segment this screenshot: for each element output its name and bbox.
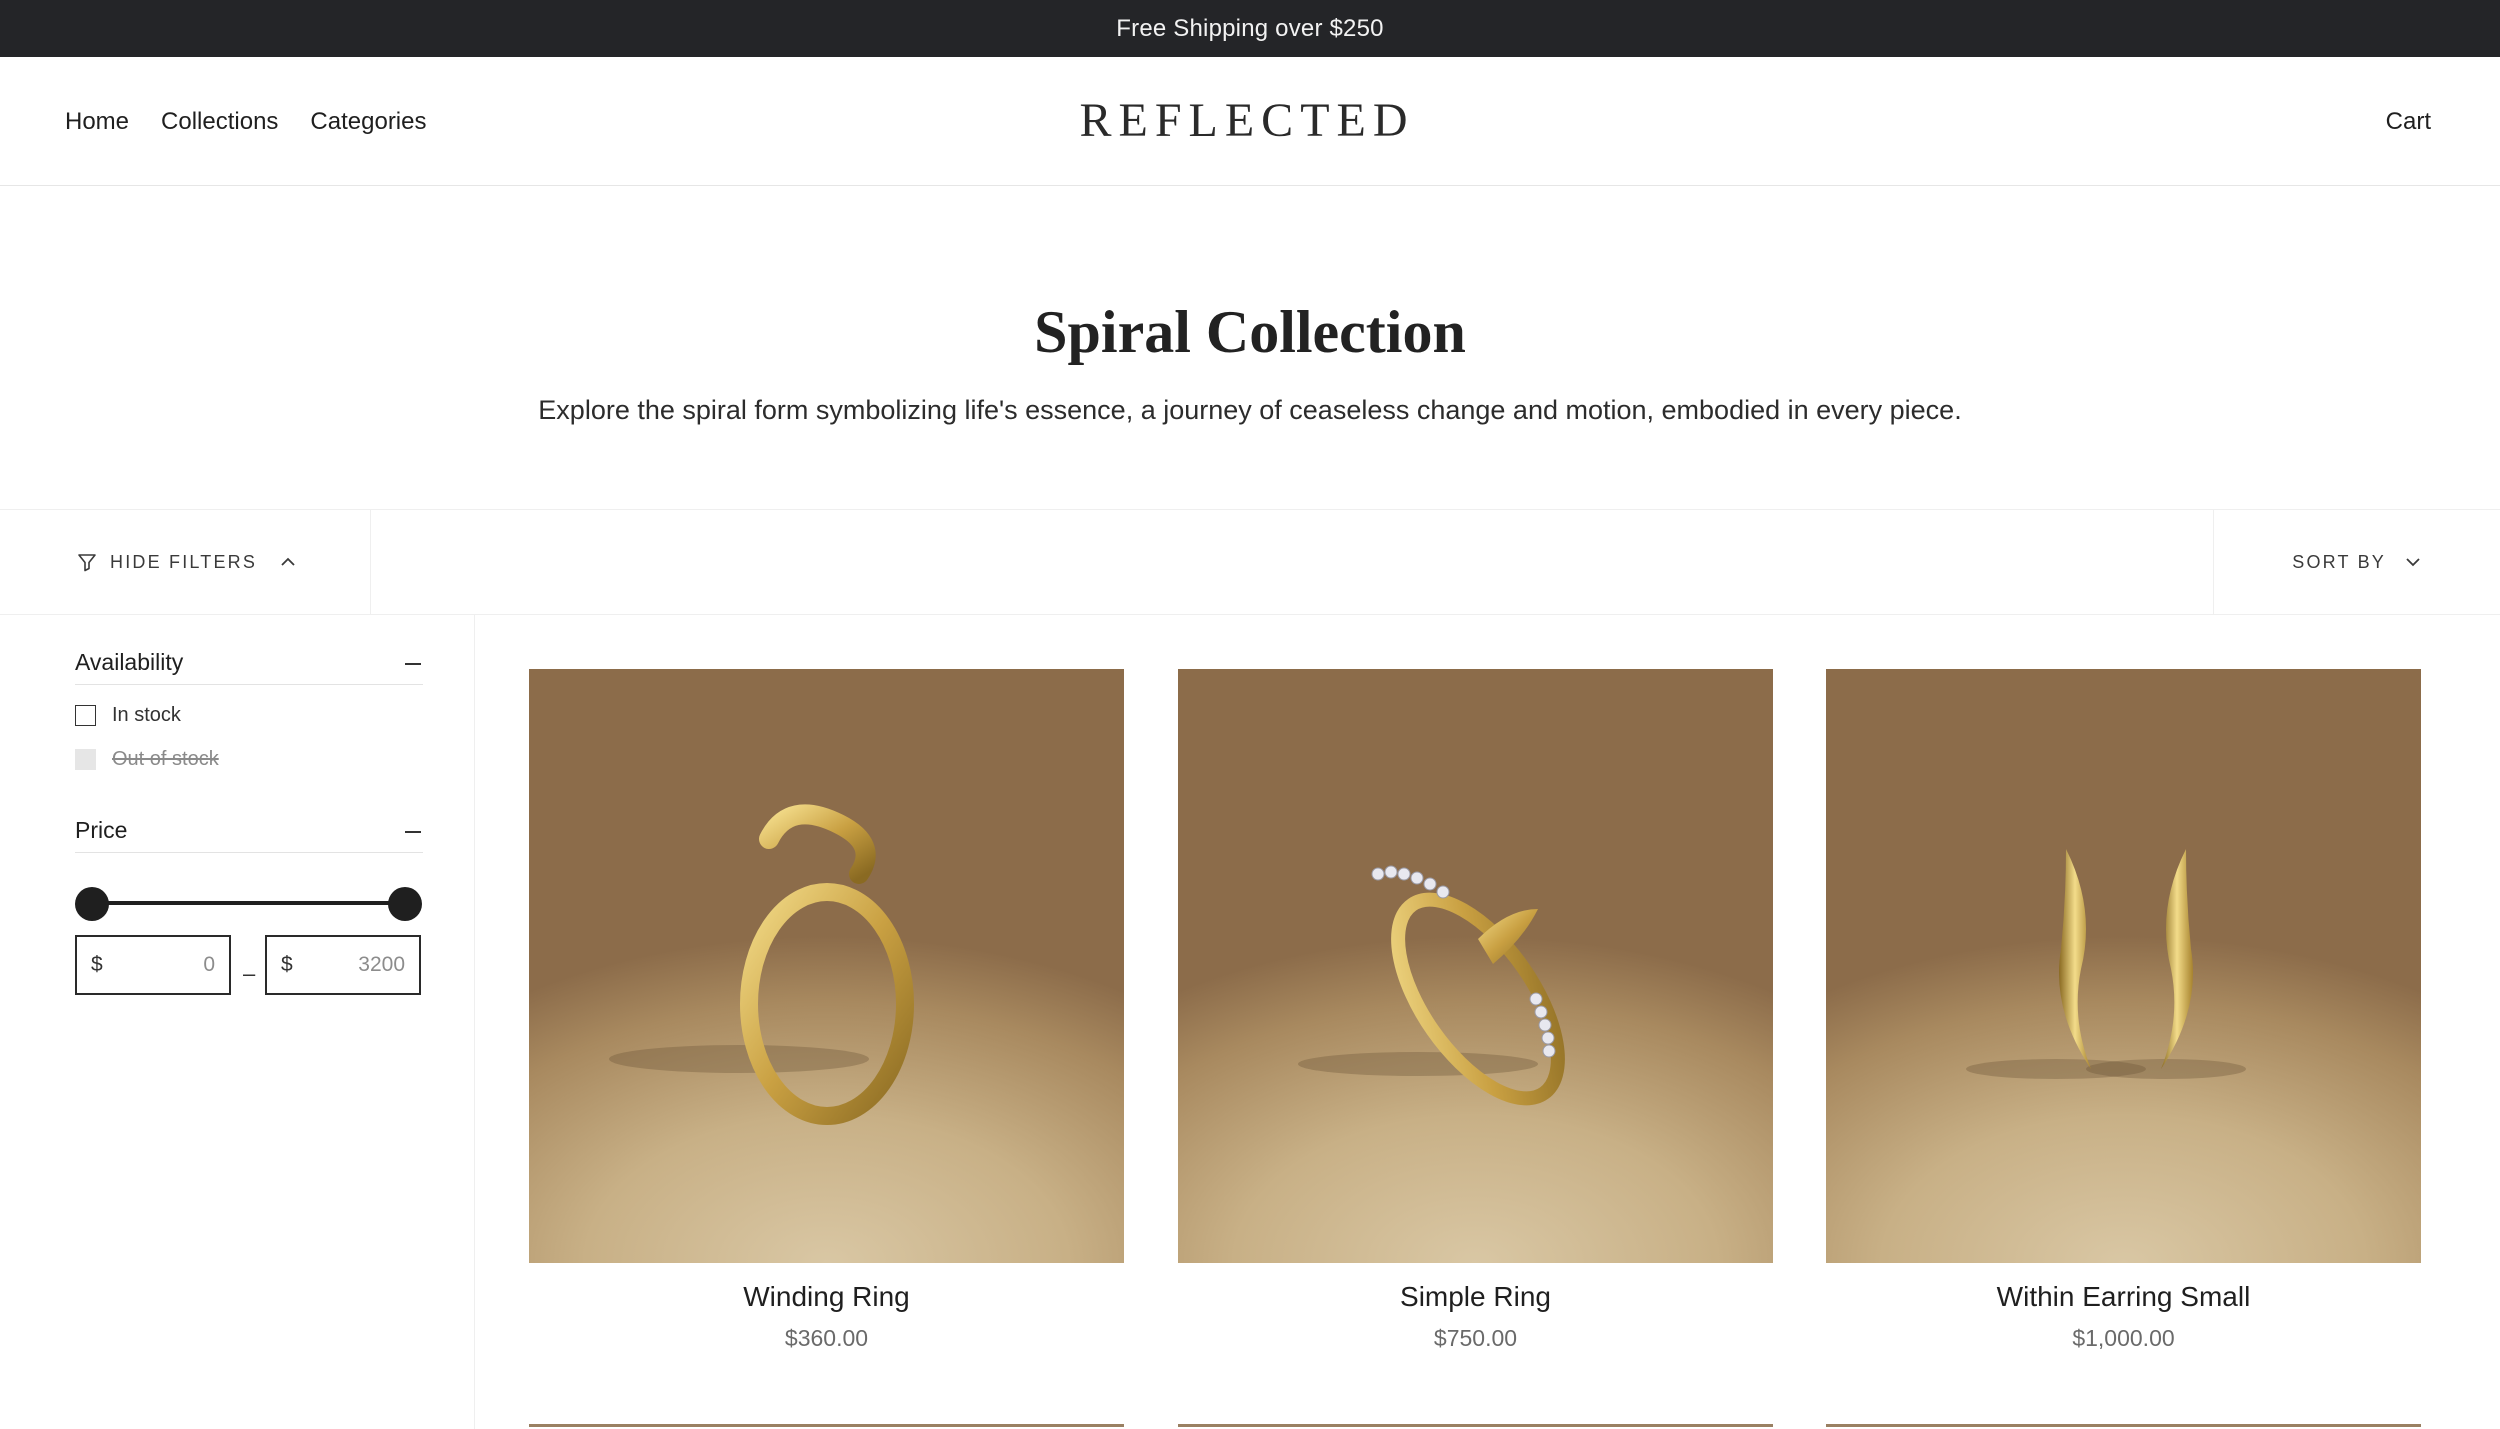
collapse-icon: [405, 831, 421, 833]
out-of-stock-label: Out of stock: [112, 748, 219, 770]
nav-home[interactable]: Home: [65, 108, 129, 136]
next-row-product-image: [529, 1424, 1124, 1427]
nav-categories[interactable]: Categories: [310, 108, 426, 136]
brand-logo[interactable]: REFLECTED: [1080, 94, 1408, 147]
next-row-product-image: [1178, 1424, 1773, 1427]
chevron-up-icon: [279, 553, 297, 571]
collection-description: Explore the spiral form symbolizing life…: [538, 395, 1962, 425]
range-separator: –: [243, 961, 256, 986]
filter-in-stock[interactable]: In stock: [75, 704, 181, 727]
product-card[interactable]: Winding Ring $360.00: [529, 669, 1124, 1352]
product-price: $360.00: [784, 1325, 869, 1351]
availability-title: Availability: [75, 649, 184, 675]
product-image[interactable]: [1178, 669, 1773, 1263]
product-image[interactable]: [529, 669, 1124, 1263]
price-max-value: 3200: [358, 953, 405, 976]
out-of-stock-checkbox: [75, 749, 96, 770]
announcement-text: Free Shipping over $250: [1116, 14, 1384, 42]
page-title: Spiral Collection: [1034, 299, 1466, 365]
filters-sidebar: Availability In stock Out of stock Price…: [0, 615, 475, 1429]
sort-by-dropdown[interactable]: SORT BY: [2213, 510, 2500, 614]
main-nav: Home Collections Categories: [65, 57, 426, 186]
announcement-bar: Free Shipping over $250: [0, 0, 2500, 57]
product-card[interactable]: Within Earring Small $1,000.00: [1826, 669, 2421, 1352]
availability-filter-header[interactable]: Availability: [75, 615, 423, 685]
in-stock-checkbox[interactable]: [75, 705, 96, 726]
currency-symbol: $: [91, 953, 103, 976]
currency-symbol: $: [281, 953, 293, 976]
cart-link[interactable]: Cart: [2386, 57, 2431, 186]
chevron-down-icon: [2404, 553, 2422, 571]
nav-collections[interactable]: Collections: [161, 108, 278, 136]
filter-toolbar: HIDE FILTERS SORT BY: [0, 509, 2500, 615]
price-min-field[interactable]: $ 0: [75, 935, 231, 995]
sort-by-label: SORT BY: [2292, 551, 2386, 572]
product-name[interactable]: Within Earring Small: [1826, 1281, 2421, 1313]
next-row-product-image: [1826, 1424, 2421, 1427]
price-min-value: 0: [203, 953, 215, 976]
filter-icon: [76, 551, 98, 573]
hide-filters-button[interactable]: HIDE FILTERS: [0, 510, 371, 614]
filter-out-of-stock: Out of stock: [75, 748, 219, 771]
price-max-field[interactable]: $ 3200: [265, 935, 421, 995]
product-name[interactable]: Simple Ring: [1178, 1281, 1773, 1313]
price-max-handle[interactable]: [388, 887, 422, 921]
site-header: Home Collections Categories REFLECTED Ca…: [0, 57, 2500, 186]
in-stock-label: In stock: [112, 704, 181, 726]
collapse-icon: [405, 663, 421, 665]
product-name[interactable]: Winding Ring: [529, 1281, 1124, 1313]
product-image[interactable]: [1826, 669, 2421, 1263]
product-price: $750.00: [1433, 1325, 1518, 1351]
hide-filters-label: HIDE FILTERS: [110, 551, 258, 572]
price-range-track: [92, 901, 404, 905]
product-price: $1,000.00: [2072, 1325, 2175, 1351]
price-min-handle[interactable]: [75, 887, 109, 921]
price-title: Price: [75, 817, 128, 843]
price-filter-header[interactable]: Price: [75, 783, 423, 853]
product-card[interactable]: Simple Ring $750.00: [1178, 669, 1773, 1352]
